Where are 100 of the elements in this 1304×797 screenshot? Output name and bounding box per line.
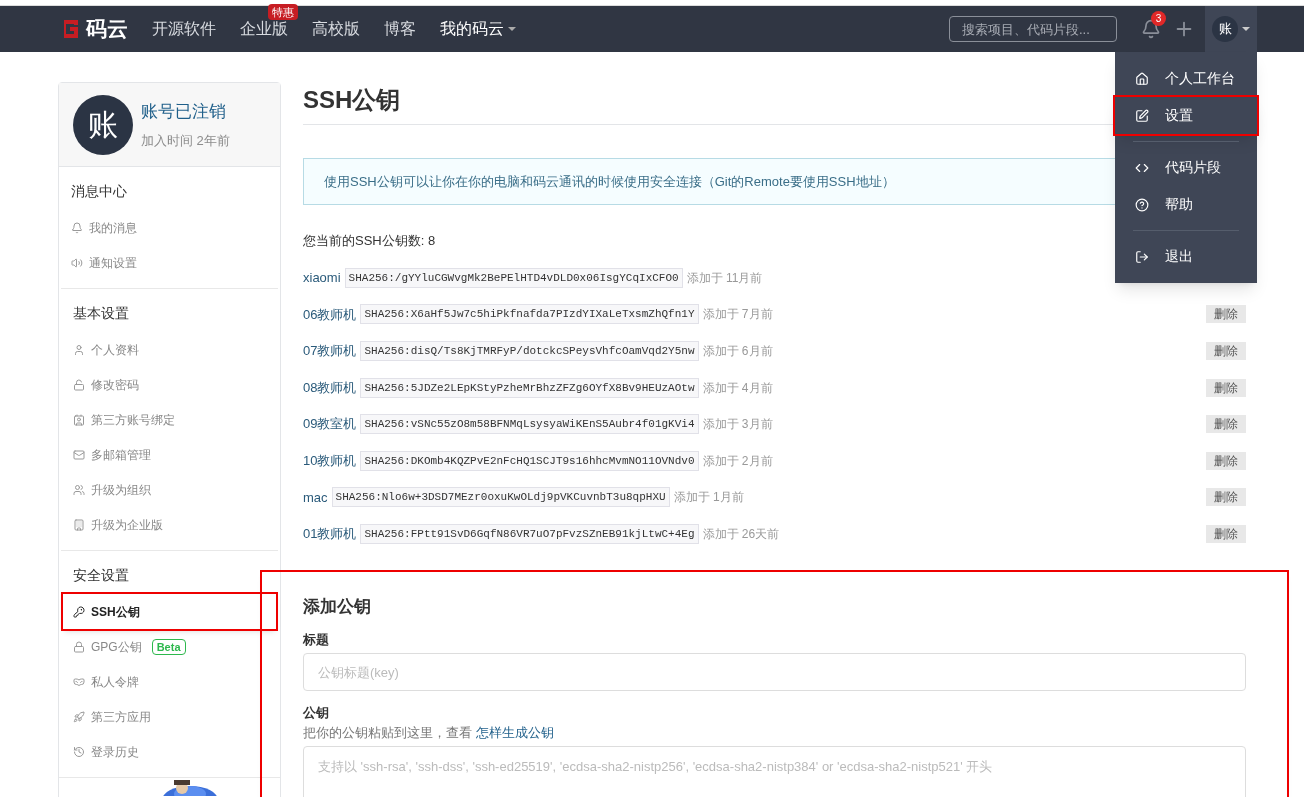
edit-icon [1135,108,1149,123]
added-time: 添加于 11月前 [686,269,763,287]
mail-icon [73,448,85,461]
how-to-link[interactable]: 怎样生成公钥 [475,724,554,740]
sidebar-label: 多邮箱管理 [91,446,151,464]
sidebar-item[interactable]: 通知设置 [71,245,268,280]
sidebar-item[interactable]: 升级为企业版 [73,507,266,542]
sidebar-item[interactable]: 我的消息 [71,210,268,245]
sidebar-item[interactable]: 修改密码 [73,367,266,402]
avatar-menu-button[interactable]: 账 [1205,6,1257,52]
delete-button[interactable]: 删除 [1206,415,1246,434]
key-name: 07教师机 [303,342,357,361]
join-time: 加入时间 2年前 [141,131,230,150]
key-fingerprint: SHA256:DKOmb4KQZPvE2nFcHQ1SCJT9s16hhcMvmNO11OVNdv0 [360,450,699,471]
bell-icon [71,221,83,234]
key-count: 您当前的SSH公钥数: 8 [303,232,437,250]
delete-button[interactable]: 删除 [1206,305,1246,324]
key-title-field[interactable]: 公钥标题(key) [303,653,1246,692]
contact-card-icon [73,413,85,426]
key-name: 10教师机 [303,452,357,470]
key-name: 06教师机 [303,305,357,324]
sidebar-label: 私人令牌 [91,673,139,691]
key-name: 01教师机 [303,525,357,544]
added-time: 添加于 1月前 [673,489,744,507]
public-key-field[interactable]: 支持以 'ssh-rsa', 'ssh-dss', 'ssh-ed25519', 'ecdsa-sha2-nistp256', 'ecdsa-sha2-nistp384' or 'ecdsa-sha2-nistp521' 开头 [303,746,1246,797]
key-hint: 把你的公钥粘贴到这里，查看 怎样生成公钥 [303,723,555,742]
section-heading: 添加公钥 [303,596,372,619]
my-menu-link[interactable]: 我的码云 [440,17,516,41]
sidebar-label: GPG公钥 [91,638,142,656]
field-label: 公钥 [303,704,330,723]
key-name: 08教师机 [303,378,357,397]
sidebar-label: 登录历史 [91,743,139,761]
sidebar-item[interactable]: 私人令牌 [73,664,266,699]
sidebar-item[interactable]: 升级为组织 [73,472,266,507]
added-time: 添加于 2月前 [702,452,773,470]
key-fingerprint: SHA256:FPtt91SvD6GqfN86VR7uO7pFvzSZnEB91kjLtwC+4Eg [360,523,699,544]
unlock-icon [73,378,85,391]
sidebar-item[interactable]: 个人资料 [73,332,266,367]
sidebar-item[interactable]: GPG公钥 Beta [73,629,266,664]
delete-button[interactable]: 删除 [1206,488,1246,507]
profile-avatar: 账 [73,94,133,155]
beta-badge: Beta [151,638,186,655]
nav-link[interactable]: 博客 [384,17,416,41]
menu-label: 设置 [1165,106,1193,125]
key-fingerprint: SHA256:Nlo6w+3DSD7MEzr0oxuKwOLdj9pVKCuvnbT3u8qpHXU [331,487,670,508]
nav-link[interactable]: 开源软件 [152,17,216,41]
caret-icon [508,27,516,31]
caret-icon [1242,27,1250,31]
sidebar-label: 第三方应用 [91,708,151,726]
users-icon [73,483,85,496]
delete-button[interactable]: 删除 [1206,451,1246,470]
field-label: 标题 [303,630,330,649]
key-icon [73,605,85,618]
nav-link[interactable]: 高校版 [312,17,360,41]
home-icon [1135,71,1149,86]
delete-button[interactable]: 删除 [1206,378,1246,397]
section-title: 消息中心 [71,182,128,201]
added-time: 添加于 4月前 [702,379,773,397]
search-field[interactable]: 搜索项目、代码片段... [949,16,1117,42]
key-fingerprint: SHA256:disQ/Ts8KjTMRFyP/dotckcSPeysVhfcOamVqd2Y5nw [360,341,699,361]
menu-item[interactable]: 退出 [1115,238,1257,275]
section-title: 安全设置 [73,566,130,585]
sidebar-item[interactable]: 登录历史 [73,734,266,769]
added-time: 添加于 3月前 [702,416,773,434]
sidebar-label: 我的消息 [89,219,137,237]
sidebar-label: 第三方账号绑定 [91,411,175,429]
added-time: 添加于 7月前 [702,306,773,324]
key-fingerprint: SHA256:5JDZe2LEpKStyPzheMrBhzZFZg6OYfX8Bv9HEUzAOtw [360,377,699,398]
lock-icon [73,640,85,653]
logo-text[interactable]: 码云 [86,13,128,45]
sidebar-item[interactable]: 第三方应用 [73,699,266,734]
sidebar-label: 升级为组织 [91,481,151,499]
help-icon [1135,197,1149,212]
profile-name[interactable]: 账号已注销 [141,99,230,125]
sidebar-item[interactable]: 多邮箱管理 [73,437,266,472]
added-time: 添加于 26天前 [702,525,780,543]
user-icon [73,343,85,356]
section-title: 基本设置 [73,304,130,323]
key-name: xiaomi [303,269,341,288]
sidebar-label: SSH公钥 [91,603,140,621]
delete-button[interactable]: 删除 [1206,342,1246,360]
rocket-icon [73,710,85,723]
key-fingerprint: SHA256:vSNc55zO8m58BFNMqLsysyaWiKEnS5Aubr4f01gKVi4 [360,414,699,435]
sidebar-label: 个人资料 [91,341,139,359]
mask-icon [73,675,85,688]
building-icon [73,518,85,531]
speaker-icon [71,256,83,269]
logout-icon [1135,249,1149,264]
key-fingerprint: SHA256:/gYYluCGWvgMk2BePElHTD4vDLD0x06IsgYCqIxCFO0 [344,267,683,288]
sidebar-item[interactable]: SSH公钥 [63,594,276,629]
user-avatar: 账 [1212,16,1238,42]
promo-badge: 特惠 [268,4,298,20]
history-icon [73,745,85,758]
delete-button[interactable]: 删除 [1206,524,1246,543]
added-time: 添加于 6月前 [702,343,773,360]
nav-link[interactable]: 企业版 [240,17,288,41]
sidebar-label: 通知设置 [89,254,137,272]
notification-count: 3 [1151,11,1166,26]
menu-label: 退出 [1165,247,1193,266]
sidebar-item[interactable]: 第三方账号绑定 [73,402,266,437]
